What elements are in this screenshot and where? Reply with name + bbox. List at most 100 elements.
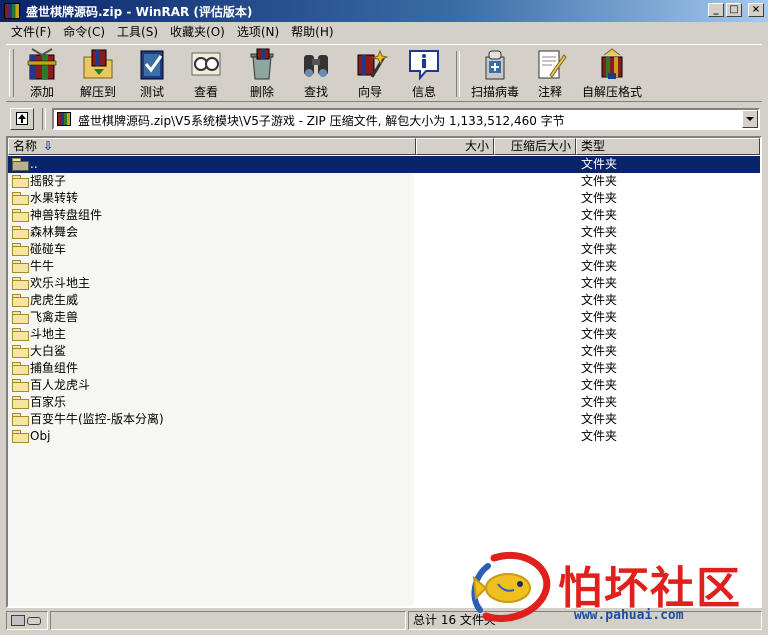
menu-favorites[interactable]: 收藏夹(O) bbox=[165, 22, 230, 42]
row-type: 文件夹 bbox=[581, 191, 618, 205]
table-row[interactable]: 百家乐 文件夹 bbox=[8, 394, 760, 411]
table-row[interactable]: 神兽转盘组件 文件夹 bbox=[8, 207, 760, 224]
row-type: 文件夹 bbox=[581, 157, 618, 171]
sfx-button[interactable]: 自解压格式 bbox=[580, 47, 644, 101]
path-dropdown-button[interactable] bbox=[742, 110, 758, 128]
parent-folder-icon bbox=[12, 157, 29, 171]
table-row[interactable]: 虎虎生威 文件夹 bbox=[8, 292, 760, 309]
row-name: 摇骰子 bbox=[30, 174, 67, 188]
row-type: 文件夹 bbox=[581, 327, 618, 341]
up-folder-button[interactable] bbox=[10, 108, 34, 130]
row-name: 飞禽走兽 bbox=[30, 310, 79, 324]
table-row[interactable]: 大白鲨 文件夹 bbox=[8, 343, 760, 360]
address-bar: 盛世棋牌源码.zip\V5系统模块\V5子游戏 - ZIP 压缩文件, 解包大小… bbox=[6, 106, 762, 132]
row-name: 百人龙虎斗 bbox=[30, 378, 91, 392]
table-row[interactable]: 欢乐斗地主 文件夹 bbox=[8, 275, 760, 292]
row-type: 文件夹 bbox=[581, 361, 618, 375]
table-row[interactable]: 摇骰子 文件夹 bbox=[8, 173, 760, 190]
status-bar: 总计 16 文件夹 bbox=[6, 610, 762, 631]
folder-icon bbox=[12, 242, 29, 256]
folder-icon bbox=[12, 208, 29, 222]
folder-icon bbox=[12, 378, 29, 392]
folder-icon bbox=[12, 191, 29, 205]
menu-tools[interactable]: 工具(S) bbox=[112, 22, 163, 42]
info-label: 信息 bbox=[411, 85, 436, 99]
info-button[interactable]: 信息 bbox=[402, 47, 446, 101]
title-bar: 盛世棋牌源码.zip - WinRAR (评估版本) _ □ × bbox=[0, 0, 768, 22]
row-name: 捕鱼组件 bbox=[30, 361, 79, 375]
key-icon bbox=[27, 616, 41, 625]
menu-commands[interactable]: 命令(C) bbox=[58, 22, 110, 42]
row-type: 文件夹 bbox=[581, 344, 618, 358]
path-combobox[interactable]: 盛世棋牌源码.zip\V5系统模块\V5子游戏 - ZIP 压缩文件, 解包大小… bbox=[52, 108, 760, 130]
table-row[interactable]: Obj 文件夹 bbox=[8, 428, 760, 445]
close-button[interactable]: × bbox=[748, 3, 764, 17]
toolbar-grip[interactable] bbox=[9, 49, 14, 97]
table-row[interactable]: 森林舞会 文件夹 bbox=[8, 224, 760, 241]
find-label: 查找 bbox=[303, 85, 328, 99]
row-name: 百变牛牛(监控-版本分离) bbox=[30, 412, 164, 426]
row-name: 百家乐 bbox=[30, 395, 67, 409]
table-row[interactable]: 斗地主 文件夹 bbox=[8, 326, 760, 343]
file-rows: .. 文件夹 摇骰子 文件夹 水果转转 文件夹 神兽转盘组件 文件夹 森林舞会 文件夹 碰… bbox=[8, 156, 760, 445]
row-type: 文件夹 bbox=[581, 208, 618, 222]
row-name: .. bbox=[30, 157, 38, 171]
table-row[interactable]: 百人龙虎斗 文件夹 bbox=[8, 377, 760, 394]
comment-button[interactable]: 注释 bbox=[528, 47, 572, 101]
drive-icon bbox=[11, 615, 25, 626]
folder-icon bbox=[12, 174, 29, 188]
row-type: 文件夹 bbox=[581, 378, 618, 392]
delete-button[interactable]: 删除 bbox=[240, 47, 284, 101]
status-icons-panel[interactable] bbox=[6, 611, 48, 630]
row-name: 牛牛 bbox=[30, 259, 55, 273]
wizard-icon bbox=[352, 47, 389, 81]
column-header-type[interactable]: 类型 bbox=[576, 138, 760, 155]
add-label: 添加 bbox=[29, 85, 54, 99]
minimize-button[interactable]: _ bbox=[708, 3, 724, 17]
virus-scan-button[interactable]: 扫描病毒 bbox=[464, 47, 526, 101]
test-button[interactable]: 测试 bbox=[130, 47, 174, 101]
row-type: 文件夹 bbox=[581, 293, 618, 307]
folder-icon bbox=[12, 293, 29, 307]
menu-options[interactable]: 选项(N) bbox=[232, 22, 284, 42]
view-label: 查看 bbox=[193, 85, 218, 99]
view-icon bbox=[188, 47, 224, 81]
row-name: 斗地主 bbox=[30, 327, 67, 341]
folder-icon bbox=[12, 225, 29, 239]
view-button[interactable]: 查看 bbox=[184, 47, 228, 101]
folder-icon bbox=[12, 327, 29, 341]
table-row[interactable]: 水果转转 文件夹 bbox=[8, 190, 760, 207]
find-button[interactable]: 查找 bbox=[294, 47, 338, 101]
add-button[interactable]: 添加 bbox=[18, 47, 66, 101]
table-row[interactable]: 捕鱼组件 文件夹 bbox=[8, 360, 760, 377]
up-arrow-icon bbox=[16, 112, 28, 125]
column-header-packed[interactable]: 压缩后大小 bbox=[494, 138, 576, 155]
wizard-label: 向导 bbox=[357, 85, 382, 99]
winrar-app-icon[interactable] bbox=[4, 3, 20, 19]
table-row[interactable]: 飞禽走兽 文件夹 bbox=[8, 309, 760, 326]
extract-to-button[interactable]: 解压到 bbox=[74, 47, 122, 101]
maximize-button[interactable]: □ bbox=[726, 3, 742, 17]
folder-icon bbox=[12, 310, 29, 324]
row-type: 文件夹 bbox=[581, 242, 618, 256]
column-header-size[interactable]: 大小 bbox=[416, 138, 494, 155]
wizard-button[interactable]: 向导 bbox=[348, 47, 392, 101]
column-header-name[interactable]: 名称 ⇩ bbox=[8, 138, 416, 155]
menu-help[interactable]: 帮助(H) bbox=[286, 22, 338, 42]
sfx-icon bbox=[594, 47, 630, 81]
toolbar: 添加 解压到 测试 查看 删除 查找 向导 信息 扫描病毒 注释 自解压格式 bbox=[6, 44, 762, 102]
table-row[interactable]: 碰碰车 文件夹 bbox=[8, 241, 760, 258]
row-name: Obj bbox=[30, 429, 51, 443]
info-icon bbox=[406, 47, 442, 81]
comment-icon bbox=[532, 47, 568, 81]
menu-file[interactable]: 文件(F) bbox=[6, 22, 56, 42]
table-row[interactable]: 百变牛牛(监控-版本分离) 文件夹 bbox=[8, 411, 760, 428]
table-row[interactable]: 牛牛 文件夹 bbox=[8, 258, 760, 275]
row-type: 文件夹 bbox=[581, 429, 618, 443]
folder-icon bbox=[12, 395, 29, 409]
test-label: 测试 bbox=[139, 85, 164, 99]
table-row[interactable]: .. 文件夹 bbox=[8, 156, 760, 173]
folder-icon bbox=[12, 429, 29, 443]
file-list[interactable]: 名称 ⇩ 大小 压缩后大小 类型 .. 文件夹 摇骰子 文件夹 水果转转 文件夹 神兽转… bbox=[6, 136, 762, 608]
row-type: 文件夹 bbox=[581, 225, 618, 239]
